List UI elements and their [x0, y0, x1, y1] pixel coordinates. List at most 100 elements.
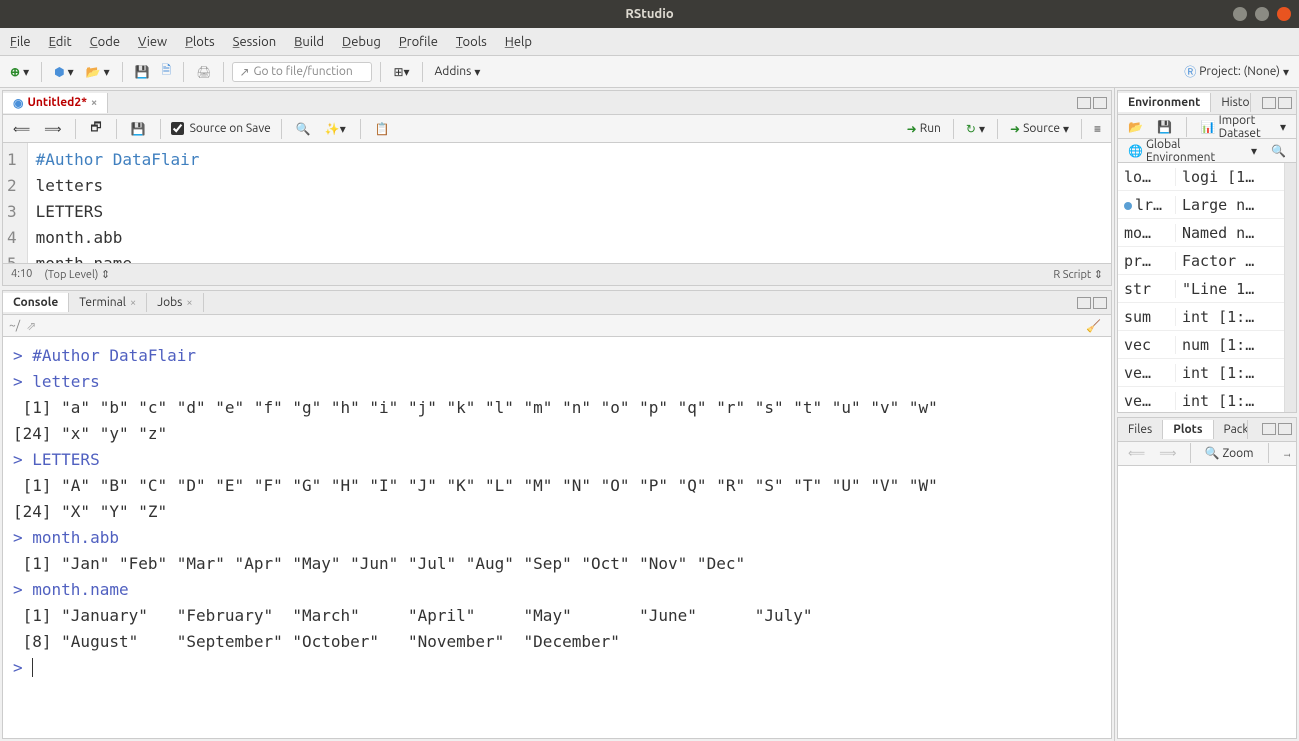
source-button[interactable]: ➜ Source ▾ — [1006, 120, 1073, 138]
close-tab-icon[interactable]: × — [91, 97, 97, 109]
menu-help[interactable]: Help — [505, 35, 532, 49]
zoom-button[interactable]: 🔍 Zoom — [1200, 444, 1257, 462]
maximize-pane-icon[interactable] — [1278, 97, 1292, 109]
arrow-icon: ↗ — [239, 65, 249, 79]
env-row[interactable]: str"Line 1… — [1118, 275, 1284, 303]
menu-file[interactable]: File — [10, 35, 31, 49]
file-type-selector[interactable]: R Script ⇕ — [1053, 268, 1103, 281]
run-button[interactable]: ➜ Run — [903, 120, 945, 138]
menu-plots[interactable]: Plots — [185, 35, 215, 49]
env-scrollbar[interactable] — [1284, 163, 1296, 412]
wand-button[interactable]: ✨▾ — [321, 120, 350, 138]
env-row[interactable]: vecnum [1:… — [1118, 331, 1284, 359]
env-row[interactable]: ve…int [1:… — [1118, 359, 1284, 387]
tab-terminal[interactable]: Terminal × — [69, 293, 147, 312]
console-output[interactable]: > #Author DataFlair> letters [1] "a" "b"… — [3, 337, 1111, 738]
close-icon[interactable] — [1277, 7, 1291, 21]
minimize-pane-icon[interactable] — [1077, 297, 1091, 309]
forward-button[interactable]: ⟹ — [40, 120, 65, 138]
grid-button[interactable]: ⊞▾ — [389, 63, 413, 81]
plots-toolbar: ⟸ ⟹ 🔍 Zoom → Export — [1118, 442, 1296, 466]
titlebar: RStudio — [0, 0, 1299, 28]
menu-edit[interactable]: Edit — [49, 35, 72, 49]
line-gutter: 12345 — [3, 143, 28, 263]
source-tab-untitled[interactable]: ◉ Untitled2* × — [3, 93, 108, 113]
env-scope-selector[interactable]: 🌐 Global Environment ▾ — [1124, 136, 1261, 166]
export-button[interactable]: → Export — [1278, 444, 1290, 462]
tab-jobs[interactable]: Jobs × — [147, 293, 203, 312]
console-toolbar: ~/ ⇗ 🧹 — [3, 315, 1111, 337]
tab-console[interactable]: Console — [3, 293, 69, 312]
new-project-button[interactable]: ⬢▾ — [50, 63, 78, 81]
source-on-save-checkbox[interactable] — [171, 122, 184, 135]
save-source-button[interactable]: 💾 — [127, 120, 150, 138]
show-in-new-window-button[interactable]: 🗗 — [86, 116, 105, 141]
save-all-button[interactable]: 🗎 — [158, 59, 176, 84]
search-env-button[interactable]: 🔍 — [1267, 142, 1290, 160]
env-row[interactable]: mo…Named n… — [1118, 219, 1284, 247]
menu-build[interactable]: Build — [294, 35, 324, 49]
close-tab-icon[interactable]: × — [186, 297, 192, 309]
tab-files[interactable]: Files — [1118, 420, 1163, 439]
popout-icon[interactable]: ⇗ — [26, 319, 36, 333]
minimize-pane-icon[interactable] — [1262, 97, 1276, 109]
save-workspace-button[interactable]: 💾 — [1153, 118, 1176, 136]
environment-list[interactable]: lo…logi [1…lr…Large n…mo…Named n…pr…Fact… — [1118, 163, 1284, 412]
goto-file-input[interactable]: ↗Go to file/function — [232, 62, 372, 82]
back-button[interactable]: ⟸ — [9, 120, 34, 138]
menu-tools[interactable]: Tools — [456, 35, 487, 49]
open-file-button[interactable]: 📂▾ — [82, 63, 114, 81]
load-workspace-button[interactable]: 📂 — [1124, 118, 1147, 136]
source-toolbar: ⟸ ⟹ 🗗 💾 Source on Save 🔍 ✨▾ 📋 ➜ Run ↻▾ — [3, 115, 1111, 143]
menu-profile[interactable]: Profile — [399, 35, 438, 49]
env-row[interactable]: pr…Factor … — [1118, 247, 1284, 275]
maximize-pane-icon[interactable] — [1093, 97, 1107, 109]
outline-button[interactable]: ≡ — [1090, 120, 1105, 138]
menu-code[interactable]: Code — [90, 35, 120, 49]
minimize-pane-icon[interactable] — [1077, 97, 1091, 109]
menubar: File Edit Code View Plots Session Build … — [0, 28, 1299, 56]
save-button[interactable]: 💾 — [131, 63, 154, 81]
source-statusbar: 4:10 (Top Level) ⇕ R Script ⇕ — [3, 263, 1111, 285]
minimize-icon[interactable] — [1233, 7, 1247, 21]
maximize-pane-icon[interactable] — [1093, 297, 1107, 309]
next-plot-button[interactable]: ⟹ — [1155, 444, 1180, 462]
project-menu[interactable]: Ⓡ Project: (None) ▾ — [1180, 61, 1293, 82]
console-path: ~/ — [9, 319, 20, 332]
env-row[interactable]: lr…Large n… — [1118, 191, 1284, 219]
tab-environment[interactable]: Environment — [1118, 93, 1211, 112]
env-row[interactable]: ve…int [1:… — [1118, 387, 1284, 412]
menu-session[interactable]: Session — [233, 35, 276, 49]
env-tabs: Environment History — [1118, 91, 1296, 115]
source-tabs: ◉ Untitled2* × — [3, 91, 1111, 115]
menu-view[interactable]: View — [138, 35, 167, 49]
main-toolbar: ⊕▾ ⬢▾ 📂▾ 💾 🗎 🖨 ↗Go to file/function ⊞▾ A… — [0, 56, 1299, 88]
tab-packages[interactable]: Packages — [1214, 420, 1248, 439]
maximize-pane-icon[interactable] — [1278, 423, 1292, 435]
clear-console-button[interactable]: 🧹 — [1082, 317, 1105, 335]
prev-plot-button[interactable]: ⟸ — [1124, 444, 1149, 462]
tab-plots[interactable]: Plots — [1163, 420, 1213, 439]
rerun-button[interactable]: ↻▾ — [962, 120, 989, 138]
new-file-button[interactable]: ⊕▾ — [6, 63, 33, 81]
code-editor[interactable]: 12345 #Author DataFlairlettersLETTERSmon… — [3, 143, 1111, 263]
env-row[interactable]: sumint [1:… — [1118, 303, 1284, 331]
files-tabs: Files Plots Packages — [1118, 418, 1296, 442]
addins-button[interactable]: Addins ▾ — [431, 63, 485, 81]
print-button[interactable]: 🖨 — [192, 63, 215, 81]
plot-area — [1118, 466, 1296, 739]
cursor-position: 4:10 — [11, 268, 32, 281]
source-on-save-label: Source on Save — [190, 122, 271, 135]
minimize-pane-icon[interactable] — [1262, 423, 1276, 435]
compile-report-button[interactable]: 📋 — [371, 120, 394, 138]
window-title: RStudio — [625, 7, 673, 21]
close-tab-icon[interactable]: × — [130, 297, 136, 309]
scope-selector[interactable]: (Top Level) ⇕ — [44, 268, 110, 281]
console-tabs: Console Terminal × Jobs × — [3, 291, 1111, 315]
maximize-icon[interactable] — [1255, 7, 1269, 21]
find-button[interactable]: 🔍 — [292, 120, 315, 138]
menu-debug[interactable]: Debug — [342, 35, 381, 49]
env-row[interactable]: lo…logi [1… — [1118, 163, 1284, 191]
tab-history[interactable]: History — [1211, 93, 1251, 112]
env-scope-bar: 🌐 Global Environment ▾ 🔍 — [1118, 139, 1296, 163]
